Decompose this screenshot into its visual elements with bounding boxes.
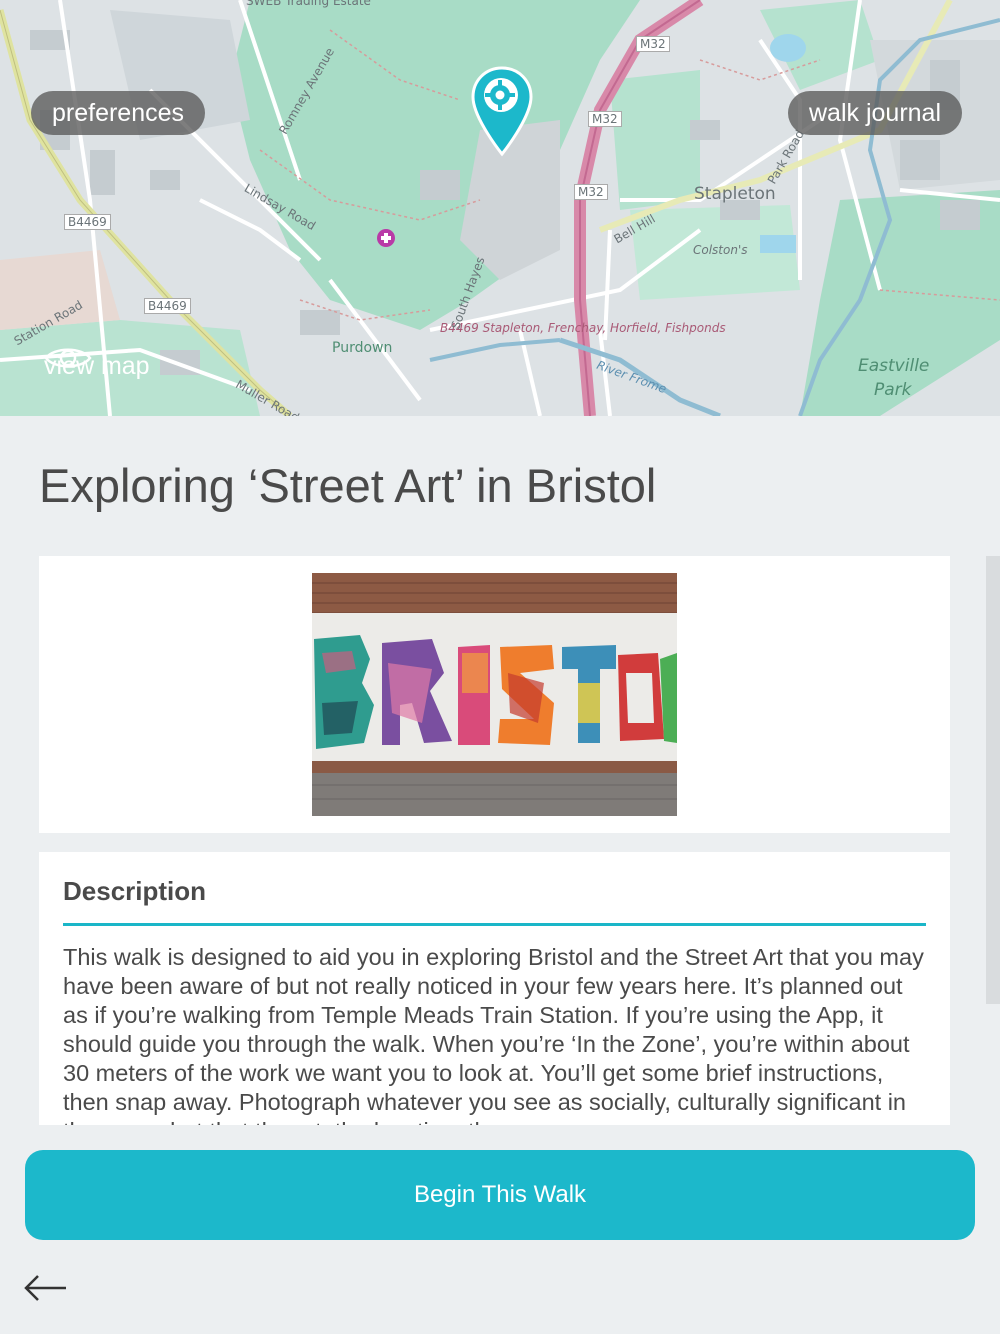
walk-journal-button[interactable]: walk journal [788,91,963,135]
walk-hero-image [312,573,677,816]
map-label-estate: SWEB Trading Estate [246,0,371,8]
map-label-b4469: B4469 [144,298,191,314]
preferences-button[interactable]: preferences [31,91,206,135]
walk-title: Exploring ‘Street Art’ in Bristol [39,459,657,512]
map-label-purdown: Purdown [332,340,393,356]
map-label-m32: M32 [588,111,622,127]
map-label-park: Park [874,380,912,400]
map-label-colstons: Colston's [693,243,748,257]
eye-icon [44,348,92,368]
arrow-left-icon [24,1275,66,1301]
map-label-stapleton: Stapleton [694,184,776,204]
view-map-button[interactable]: view map [44,344,150,388]
walk-image-card [39,556,950,833]
map-label-m32: M32 [636,36,670,52]
description-heading: Description [63,876,207,906]
bristol-letters-image [312,573,677,816]
map-label-m32: M32 [574,184,608,200]
description-text: This walk is designed to aid you in expl… [63,944,924,1125]
map-preview[interactable]: SWEB Trading Estate M32 M32 M32 B4469 B4… [0,0,1000,416]
back-button[interactable] [22,1268,70,1308]
map-label-eastville: Eastville [858,356,930,376]
location-pin-icon[interactable] [470,66,534,158]
map-label-b4469: B4469 [64,214,111,230]
map-label-road-caption: B4469 Stapleton, Frenchay, Horfield, Fis… [440,321,726,335]
description-card[interactable]: Description This walk is designed to aid… [39,852,950,1125]
begin-walk-button[interactable]: Begin This Walk [25,1150,975,1240]
description-divider [63,923,926,926]
scrollbar[interactable] [986,556,1000,1004]
map-graphic [0,0,1000,416]
